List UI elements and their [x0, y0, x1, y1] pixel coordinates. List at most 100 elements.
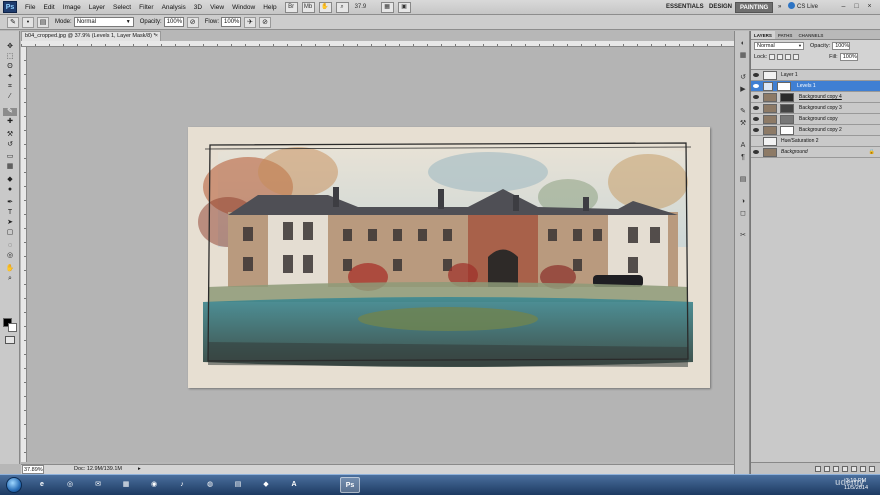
blend-mode-select[interactable]: Normal ▼: [754, 41, 804, 50]
3d-rotate-tool-icon[interactable]: ◌: [3, 242, 17, 250]
zoom-status-field[interactable]: 37.89%: [22, 465, 44, 474]
layer-row-hue-saturation-2[interactable]: Hue/Saturation 2: [751, 136, 880, 147]
lock-position-icon[interactable]: [785, 53, 792, 60]
menu-analysis[interactable]: Analysis: [158, 0, 190, 15]
3d-orbit-tool-icon[interactable]: ◎: [3, 252, 17, 260]
taskbar-app-2-icon[interactable]: ◎: [60, 477, 80, 493]
move-tool-icon[interactable]: ✥: [3, 43, 17, 51]
color-panel-icon[interactable]: ◐: [738, 39, 748, 48]
link-layers-icon[interactable]: [815, 465, 821, 472]
delete-layer-icon[interactable]: [869, 465, 875, 472]
lock-transparency-icon[interactable]: [769, 53, 776, 60]
taskbar-ie-icon[interactable]: e: [32, 477, 52, 493]
lock-pixels-icon[interactable]: [777, 53, 784, 60]
layer-row-background[interactable]: Background 🔒: [751, 147, 880, 158]
mode-select[interactable]: Normal ▼: [73, 17, 134, 27]
visibility-eye-icon[interactable]: [753, 73, 759, 77]
layer-opacity-input[interactable]: 100%: [832, 41, 851, 50]
menu-select[interactable]: Select: [109, 0, 135, 15]
brush-preset-icon[interactable]: ✎: [7, 16, 19, 28]
flow-input[interactable]: 100%: [221, 17, 242, 27]
quick-select-tool-icon[interactable]: ✦: [3, 73, 17, 81]
masks-panel-icon[interactable]: ◻: [738, 209, 748, 218]
clone-source-panel-icon[interactable]: ⚒: [738, 119, 748, 128]
lasso-tool-icon[interactable]: ʘ: [3, 63, 17, 71]
quick-mask-icon[interactable]: [5, 336, 15, 344]
menu-window[interactable]: Window: [228, 0, 259, 15]
history-brush-tool-icon[interactable]: ↺: [3, 141, 17, 149]
new-adjustment-icon[interactable]: [842, 465, 848, 472]
system-clock[interactable]: 3:19 PM 11/5/2014: [844, 478, 868, 492]
document-canvas[interactable]: [188, 127, 710, 388]
new-layer-icon[interactable]: [860, 465, 866, 472]
pressure-size-icon[interactable]: ⊘: [259, 16, 272, 28]
shape-tool-icon[interactable]: ▢: [3, 229, 17, 237]
layer-comps-panel-icon[interactable]: ▤: [738, 175, 748, 184]
layer-row-background-copy-4[interactable]: Background copy 4: [751, 92, 880, 103]
paragraph-panel-icon[interactable]: ¶: [738, 153, 748, 162]
clone-stamp-tool-icon[interactable]: ⚒: [3, 131, 17, 139]
menu-file[interactable]: File: [21, 0, 39, 15]
taskbar-chrome-icon[interactable]: ▤: [228, 477, 248, 493]
adjustments-panel-icon[interactable]: ◑: [738, 197, 748, 206]
taskbar-photoshop-icon[interactable]: Ps: [340, 477, 360, 493]
start-button[interactable]: [6, 477, 22, 493]
hand-tool-icon[interactable]: ✋: [3, 265, 17, 273]
fill-input[interactable]: 100%: [839, 52, 858, 61]
airbrush-icon[interactable]: ✈: [244, 16, 257, 28]
document-tab[interactable]: b04_cropped.jpg @ 37.9% (Levels 1, Layer…: [21, 31, 161, 41]
marquee-tool-icon[interactable]: ⬚: [3, 53, 17, 61]
lock-all-icon[interactable]: [793, 53, 800, 60]
menu-edit[interactable]: Edit: [39, 0, 58, 15]
taskbar-app-10-icon[interactable]: A: [284, 477, 304, 493]
add-mask-icon[interactable]: [833, 465, 839, 472]
workspace-essentials[interactable]: ESSENTIALS: [662, 2, 708, 13]
brush-panel-icon[interactable]: ✎: [738, 107, 748, 116]
minimize-button[interactable]: –: [838, 2, 849, 12]
bridge-icon[interactable]: Br: [284, 1, 298, 13]
blur-tool-icon[interactable]: ◆: [3, 176, 17, 184]
layer-row-layer-1[interactable]: Layer 1: [751, 70, 880, 81]
pressure-opacity-icon[interactable]: ⊘: [186, 16, 199, 28]
layer-row-background-copy-3[interactable]: Background copy 3: [751, 103, 880, 114]
workspace-design[interactable]: DESIGN: [705, 2, 736, 13]
pen-tool-icon[interactable]: ✒: [3, 199, 17, 207]
path-select-tool-icon[interactable]: ➤: [3, 219, 17, 227]
taskbar-app-4-icon[interactable]: ▦: [116, 477, 136, 493]
layer-row-levels-1[interactable]: Levels 1: [751, 81, 880, 92]
canvas-area[interactable]: [27, 47, 734, 462]
layer-row-background-copy-2[interactable]: Background copy 2: [751, 125, 880, 136]
eraser-tool-icon[interactable]: ▭: [3, 153, 17, 161]
arrange-documents-icon[interactable]: ▦: [380, 1, 394, 13]
workspace-more-button[interactable]: »: [774, 2, 785, 13]
healing-brush-tool-icon[interactable]: ✚: [3, 118, 17, 126]
taskbar-app-7-icon[interactable]: ◍: [200, 477, 220, 493]
background-color-swatch[interactable]: [8, 323, 17, 332]
taskbar-media-icon[interactable]: ♪: [172, 477, 192, 493]
zoom-tool-icon[interactable]: ⌕: [335, 1, 349, 13]
close-button[interactable]: ×: [864, 2, 875, 12]
menu-filter[interactable]: Filter: [135, 0, 157, 15]
visibility-eye-icon[interactable]: [753, 106, 759, 110]
visibility-eye-icon[interactable]: [753, 150, 759, 154]
brush-size-icon[interactable]: •: [22, 16, 34, 28]
crop-tool-icon[interactable]: ⌗: [3, 83, 17, 91]
visibility-eye-icon[interactable]: [753, 128, 759, 132]
menu-layer[interactable]: Layer: [85, 0, 109, 15]
status-menu-arrow-icon[interactable]: ▸: [138, 465, 141, 474]
tool-presets-panel-icon[interactable]: ✂: [738, 231, 748, 240]
new-group-icon[interactable]: [851, 465, 857, 472]
tab-layers[interactable]: LAYERS: [751, 31, 775, 39]
brush-tool-icon[interactable]: ✎: [3, 108, 17, 116]
menu-help[interactable]: Help: [259, 0, 280, 15]
gradient-tool-icon[interactable]: ▦: [3, 163, 17, 171]
brush-panel-toggle-icon[interactable]: ▤: [37, 16, 49, 28]
cs-live-button[interactable]: CS Live: [788, 2, 818, 13]
visibility-eye-icon[interactable]: [753, 84, 759, 88]
visibility-eye-icon[interactable]: [753, 117, 759, 121]
swatches-panel-icon[interactable]: ▦: [738, 51, 748, 60]
visibility-eye-icon[interactable]: [753, 95, 759, 99]
mini-bridge-icon[interactable]: Mb: [301, 1, 315, 13]
taskbar-mail-icon[interactable]: ✉: [88, 477, 108, 493]
tab-channels[interactable]: CHANNELS: [795, 31, 826, 39]
